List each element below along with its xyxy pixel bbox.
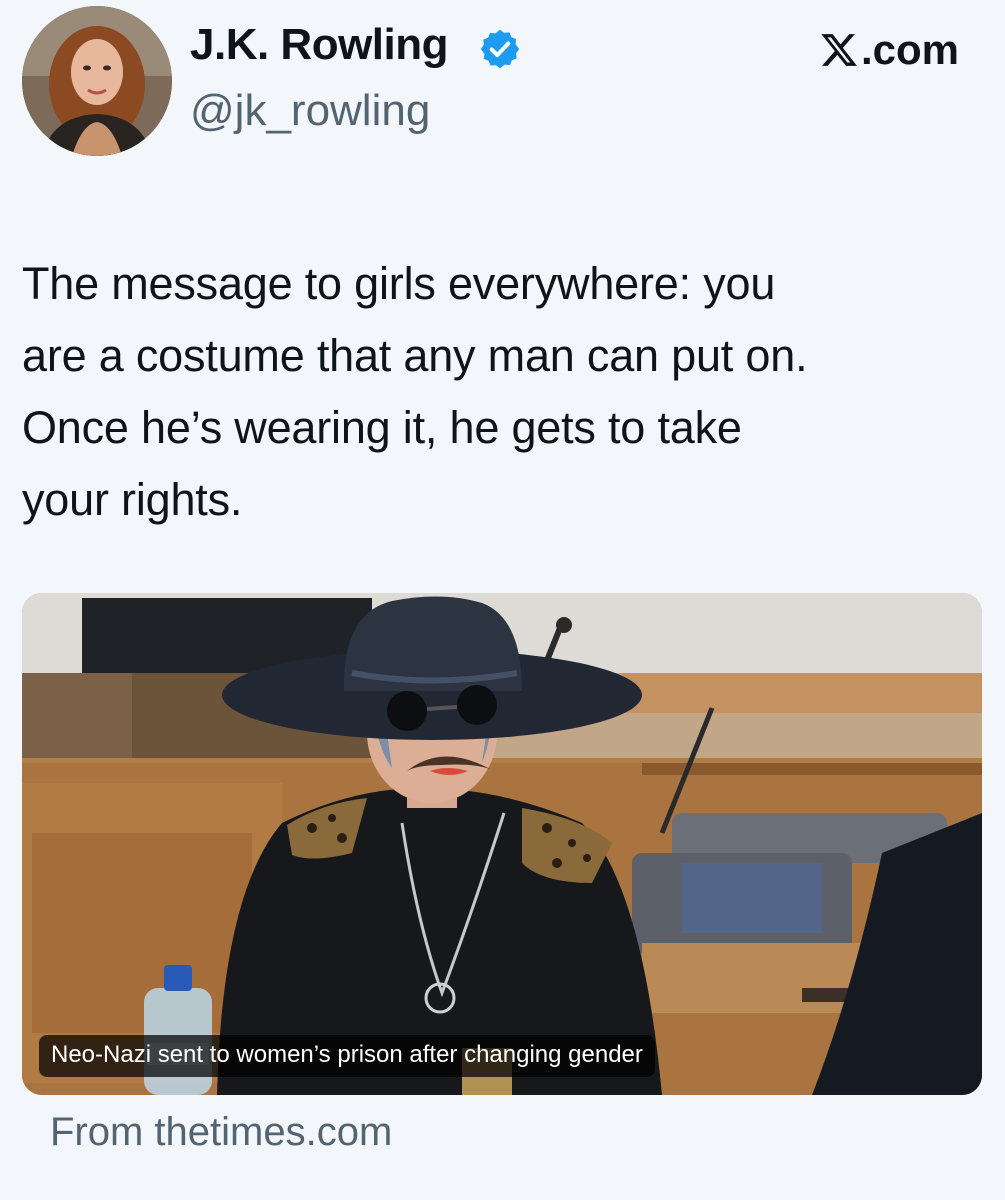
media-caption: Neo-Nazi sent to women’s prison after ch…: [39, 1035, 655, 1077]
tweet-text-line: The message to girls everywhere: you: [22, 258, 776, 309]
tweet-text-line: your rights.: [22, 474, 243, 525]
media-image[interactable]: Neo-Nazi sent to women’s prison after ch…: [22, 593, 982, 1095]
tweet-text-line: Once he’s wearing it, he gets to take: [22, 402, 742, 453]
platform-label: .com: [819, 26, 959, 73]
link-source[interactable]: From thetimes.com: [50, 1110, 392, 1155]
tweet-text: The message to girls everywhere: you are…: [22, 248, 987, 536]
tweet-card: J.K. Rowling @jk_rowling .com The messag…: [0, 0, 1005, 1200]
author-avatar[interactable]: [22, 6, 172, 156]
x-logo-icon: [821, 34, 857, 66]
verified-badge-icon: [480, 29, 520, 69]
avatar-photo-icon: [22, 6, 172, 156]
news-photo-icon: [22, 593, 982, 1095]
author-handle[interactable]: @jk_rowling: [190, 86, 430, 136]
tweet-text-line: are a costume that any man can put on.: [22, 330, 808, 381]
platform-domain: .com: [860, 26, 959, 73]
author-display-name[interactable]: J.K. Rowling: [190, 20, 449, 70]
